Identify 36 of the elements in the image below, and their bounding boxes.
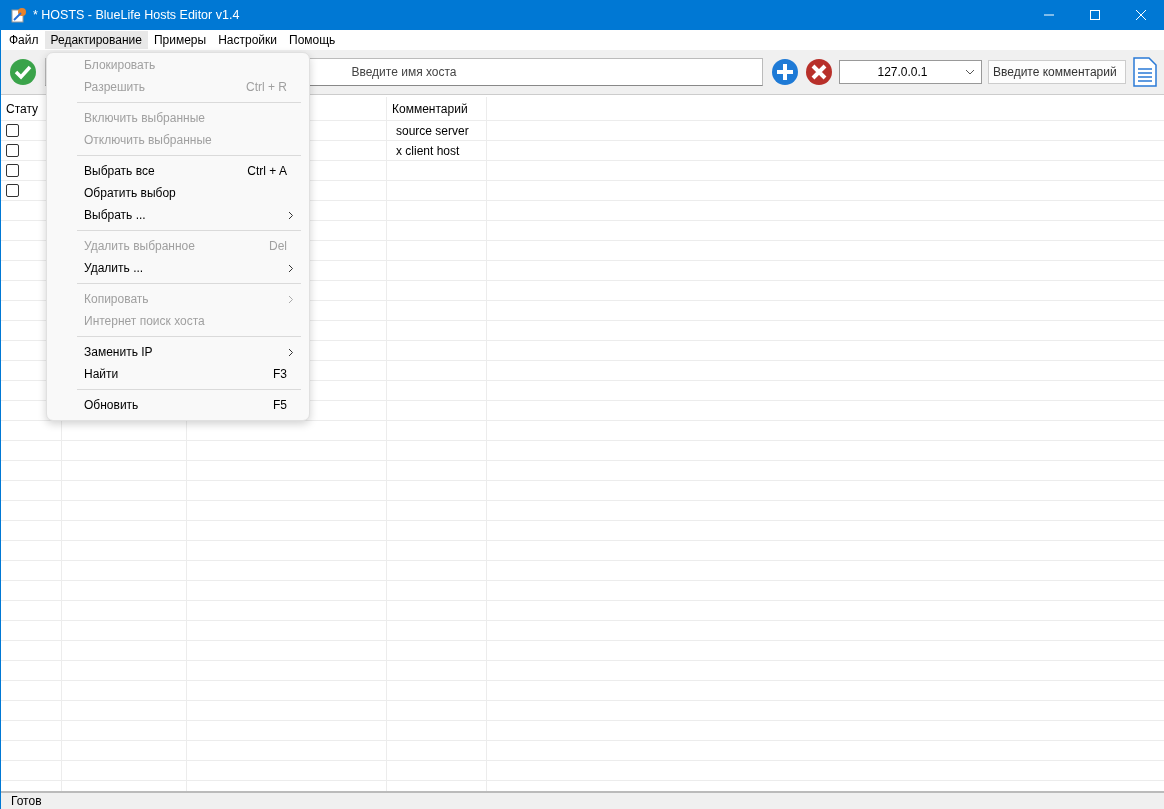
checkbox[interactable] [6,144,19,157]
menu-item[interactable]: Заменить IP [47,341,309,363]
menu-item[interactable]: Выбрать все Ctrl + A [47,160,309,182]
menu-item[interactable]: Обновить F5 [47,394,309,416]
column-header[interactable]: Стату [6,101,39,116]
maximize-icon [1090,10,1100,20]
close-icon [1136,10,1146,20]
status-text: Готов [11,794,42,808]
menu-item[interactable]: Удалить ... [47,257,309,279]
checkmark-icon[interactable] [9,58,37,86]
menu-item[interactable]: Редактирование [44,31,148,49]
table-cell-text: source server [395,123,469,138]
chevron-down-icon [965,69,975,75]
delete-icon[interactable] [805,58,833,86]
app-icon [11,7,27,23]
menu-item[interactable]: Обратить выбор [47,182,309,204]
column-header[interactable]: Комментарий [392,101,468,116]
comment-field[interactable]: Введите комментарий [988,60,1126,84]
table-cell-text: x client host [395,143,460,158]
chevron-right-icon [288,295,294,304]
checkbox[interactable] [6,164,19,177]
menu-item[interactable]: Файл [3,31,45,49]
ip-combo-box[interactable]: 127.0.0.1 [839,60,982,84]
checkbox[interactable] [6,124,19,137]
menu-item[interactable]: Помощь [283,31,342,49]
menu-item[interactable]: Примеры [147,31,213,49]
chevron-right-icon [288,348,294,357]
document-icon[interactable] [1132,57,1158,87]
menu-item[interactable]: Найти F3 [47,363,309,385]
chevron-right-icon [288,264,294,273]
chevron-right-icon [288,211,294,220]
menu-item[interactable]: Настройки [212,31,283,49]
window-title: * HOSTS - BlueLife Hosts Editor v1.4 [33,8,240,22]
menu-item[interactable]: Выбрать ... [47,204,309,226]
add-icon[interactable] [771,58,799,86]
checkbox[interactable] [6,184,19,197]
